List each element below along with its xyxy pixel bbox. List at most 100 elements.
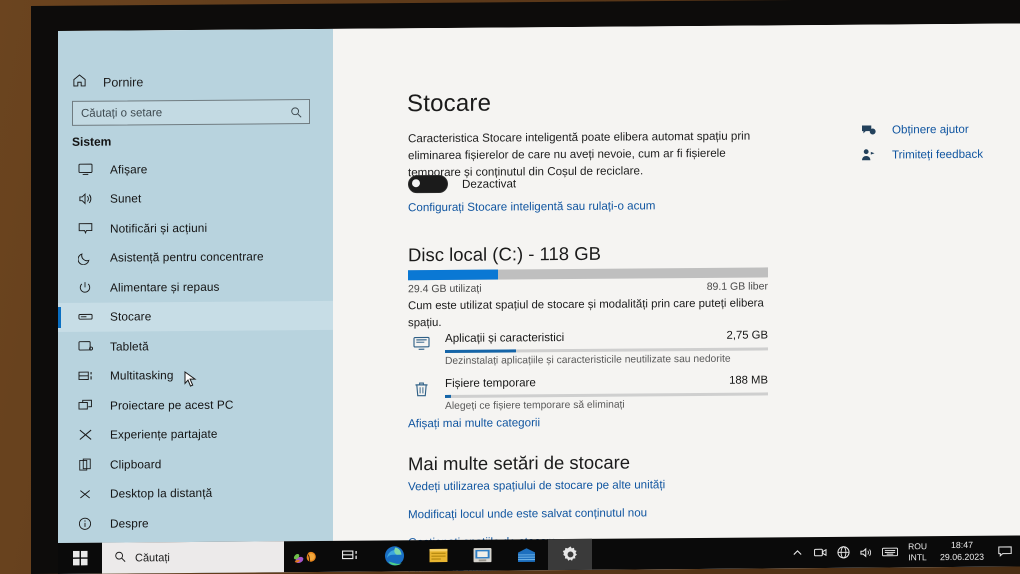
more-settings-link[interactable]: Vedeți utilizarea spațiului de stocare p… <box>408 478 665 493</box>
sidebar-item-label: Afișare <box>110 162 148 177</box>
meet-now-icon[interactable] <box>809 537 832 568</box>
sidebar-item-alimentare[interactable]: Alimentare și repaus <box>58 271 333 303</box>
sidebar-item-label: Proiectare pe acest PC <box>110 397 234 413</box>
sidebar-item-label: Sunet <box>110 191 142 206</box>
sidebar-item-label: Desktop la distanță <box>110 486 213 501</box>
category-header: Fișiere temporare 188 MB <box>445 374 768 390</box>
sidebar-item-asistenta-concentrare[interactable]: Asistență pentru concentrare <box>58 241 333 273</box>
home-icon <box>72 73 87 93</box>
page-title: Stocare <box>407 89 492 118</box>
sidebar-item-label: Alimentare și repaus <box>110 279 220 295</box>
category-subtitle: Alegeți ce fișiere temporare să eliminaț… <box>445 399 625 412</box>
chevron-up-icon[interactable] <box>786 537 809 568</box>
sidebar-item-label: Stocare <box>110 309 152 324</box>
storage-category-row[interactable]: Aplicații și caracteristici 2,75 GB Dezi… <box>408 327 768 375</box>
sidebar-item-label: Multitasking <box>110 368 174 383</box>
keyboard-icon[interactable] <box>878 536 901 567</box>
sidebar-item-notificari[interactable]: Notificări și acțiuni <box>58 212 333 244</box>
get-help-row[interactable]: Obținere ajutor <box>860 123 983 137</box>
blue-app-icon[interactable] <box>504 539 548 570</box>
settings-gear-icon[interactable] <box>548 538 592 571</box>
yellow-app-icon[interactable] <box>416 540 460 571</box>
sidebar-item-desktop-la-distanta[interactable]: Desktop la distanță <box>58 477 333 509</box>
sidebar-item-experiente-partajate[interactable]: Experiențe partajate <box>58 418 333 450</box>
drive-icon <box>76 312 94 322</box>
taskbar-search-icon <box>114 549 126 567</box>
category-bar-fill <box>445 349 517 353</box>
taskbar-search-box[interactable]: Căutați <box>102 541 284 574</box>
category-size: 2,75 GB <box>726 329 768 342</box>
taskbar-search-label: Căutați <box>135 551 170 564</box>
toggle-knob <box>412 179 420 188</box>
sidebar-item-sunet[interactable]: Sunet <box>58 182 333 214</box>
category-subtitle: Dezinstalați aplicațiile și caracteristi… <box>445 353 731 367</box>
sidebar-item-label: Tabletă <box>110 339 149 354</box>
language-secondary: INTL <box>908 551 927 562</box>
task-view-icon[interactable] <box>328 541 372 572</box>
settings-window: Setări Pornire <box>58 23 1020 574</box>
clipboard-icon <box>76 457 94 471</box>
shared-icon <box>76 428 94 442</box>
power-icon <box>76 280 94 294</box>
sidebar-item-stocare[interactable]: Stocare <box>58 300 333 332</box>
more-settings-link[interactable]: Modificați locul unde este salvat conțin… <box>408 506 665 521</box>
sidebar-item-label: Despre <box>110 516 149 531</box>
home-label: Pornire <box>103 75 144 90</box>
edge-browser-icon[interactable] <box>372 540 416 571</box>
storage-sense-toggle-row[interactable]: Dezactivat <box>408 174 516 194</box>
multitask-icon <box>76 369 94 382</box>
get-help-label[interactable]: Obținere ajutor <box>892 123 969 137</box>
laptop-screen: Setări Pornire <box>58 23 1020 574</box>
volume-icon[interactable] <box>855 537 878 568</box>
sidebar-item-tableta[interactable]: Tabletă <box>58 330 333 362</box>
disk-free-label: 89.1 GB liber <box>706 280 768 293</box>
search-input[interactable]: Căutați o setare <box>72 99 310 126</box>
send-feedback-label[interactable]: Trimiteți feedback <box>892 148 983 162</box>
sidebar-item-despre[interactable]: Despre <box>58 507 333 539</box>
tablet-icon <box>76 340 94 353</box>
main-content: Stocare Caracteristica Stocare inteligen… <box>333 23 1020 574</box>
file-explorer-icon[interactable] <box>460 539 504 570</box>
disk-usage-bar-wrap: 29.4 GB utilizați 89.1 GB liber <box>408 267 768 295</box>
sidebar-item-label: Asistență pentru concentrare <box>110 249 264 265</box>
sidebar-nav-list: Afișare Sunet Notificări și acțiuni Asis… <box>58 153 333 539</box>
help-pane: Obținere ajutor Trimiteți feedback <box>860 123 983 174</box>
start-button[interactable] <box>58 543 102 574</box>
category-size: 188 MB <box>729 374 768 387</box>
trash-icon <box>408 381 434 397</box>
disk-usage-labels: 29.4 GB utilizați 89.1 GB liber <box>408 280 768 295</box>
moon-icon <box>76 251 94 266</box>
clock-date: 29.06.2023 <box>939 551 984 562</box>
storage-sense-toggle[interactable] <box>408 174 448 194</box>
disk-used-label: 29.4 GB utilizați <box>408 282 482 296</box>
network-globe-icon[interactable] <box>832 537 855 568</box>
system-tray: ROU INTL 18:47 29.06.2023 <box>786 535 1020 568</box>
clock[interactable]: 18:47 29.06.2023 <box>934 540 990 563</box>
show-more-categories-link[interactable]: Afișați mai multe categorii <box>408 416 540 430</box>
butterfly-icon[interactable] <box>284 541 328 572</box>
sidebar-item-label: Experiențe partajate <box>110 426 218 442</box>
disk-usage-fill <box>408 269 498 281</box>
sidebar-item-afisare[interactable]: Afișare <box>58 153 333 185</box>
disk-usage-bar <box>408 267 768 281</box>
remote-desktop-icon <box>76 487 94 500</box>
storage-category-row[interactable]: Fișiere temporare 188 MB Alegeți ce fiși… <box>408 372 768 420</box>
info-icon <box>76 516 94 530</box>
notification-center-icon[interactable] <box>990 535 1020 566</box>
category-bar <box>445 347 768 353</box>
sidebar: Pornire Căutați o setare Sistem Afișare … <box>58 28 333 544</box>
category-name: Aplicații și caracteristici <box>445 331 565 345</box>
send-feedback-row[interactable]: Trimiteți feedback <box>860 148 983 162</box>
disk-heading: Disc local (C:) - 118 GB <box>408 242 601 266</box>
notification-icon <box>76 222 94 235</box>
sidebar-item-clipboard[interactable]: Clipboard <box>58 448 333 480</box>
feedback-icon <box>860 149 876 162</box>
sidebar-item-label: Clipboard <box>110 456 162 472</box>
configure-storage-sense-link[interactable]: Configurați Stocare inteligentă sau rula… <box>408 199 655 214</box>
storage-categories: Aplicații și caracteristici 2,75 GB Dezi… <box>408 327 768 420</box>
sidebar-section-header: Sistem <box>72 134 112 149</box>
sidebar-item-home[interactable]: Pornire <box>72 72 143 93</box>
clock-time: 18:47 <box>950 539 973 551</box>
mouse-cursor <box>184 371 197 394</box>
language-indicator[interactable]: ROU INTL <box>901 541 934 563</box>
